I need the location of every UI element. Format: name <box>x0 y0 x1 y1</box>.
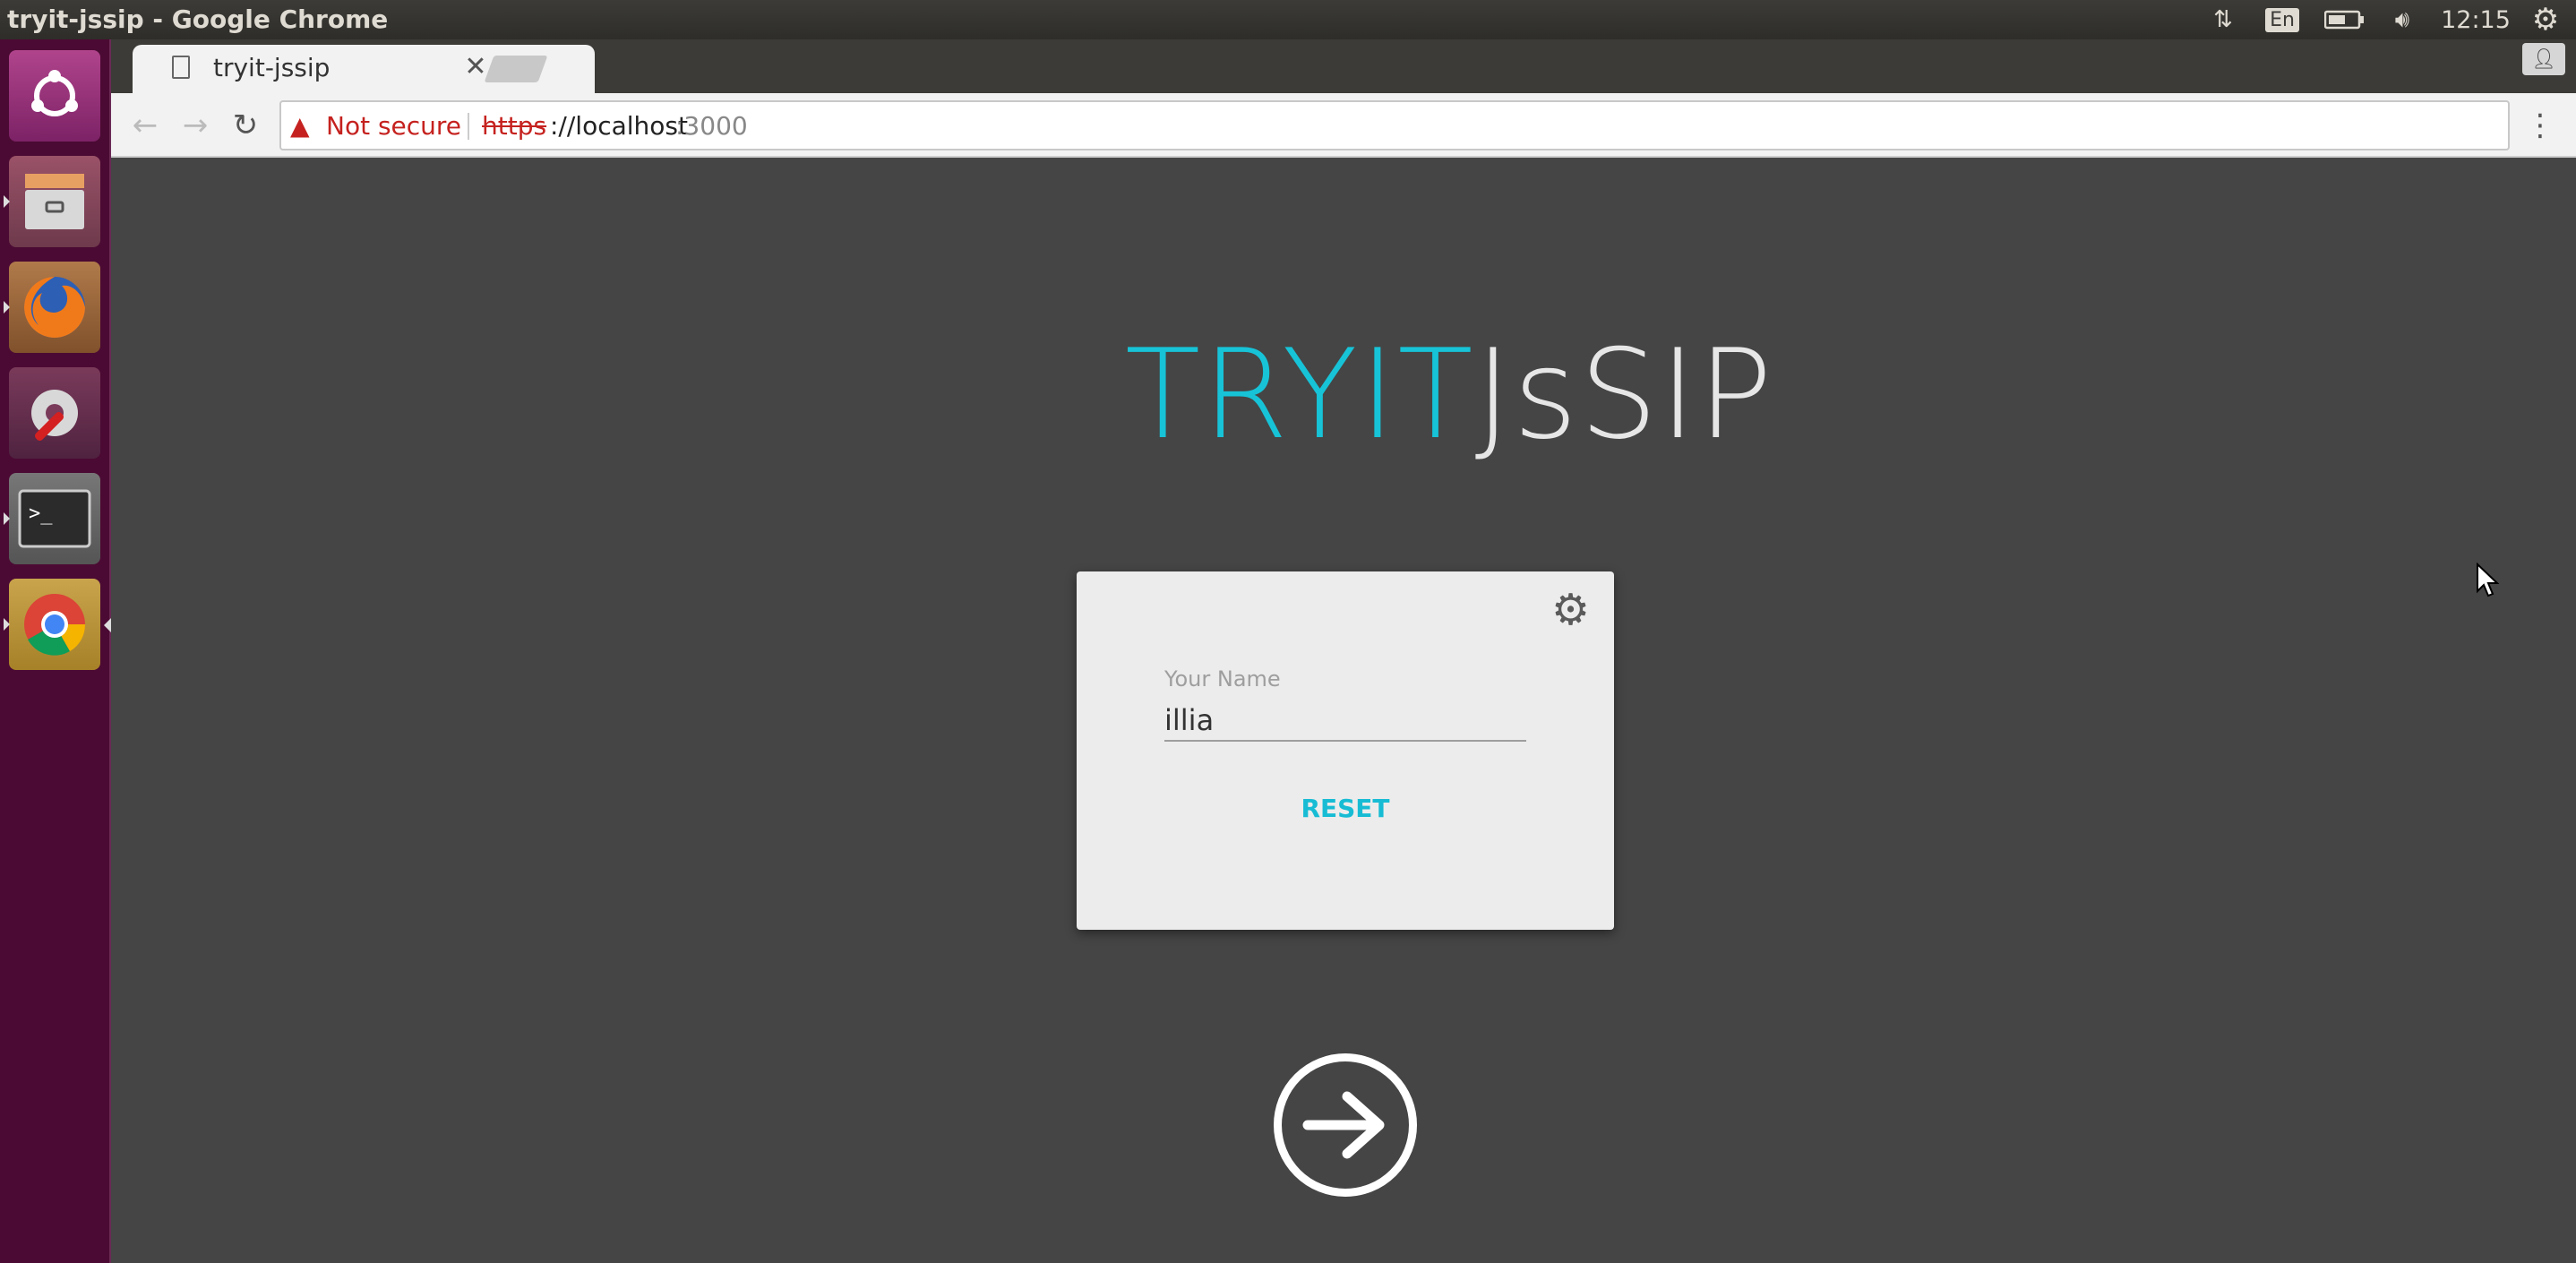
launcher-firefox-button[interactable] <box>4 262 100 353</box>
login-go-button[interactable] <box>1274 1053 1417 1197</box>
name-field-label: Your Name <box>1164 666 1281 692</box>
firefox-icon <box>24 277 85 338</box>
launcher: >_ <box>0 39 111 1263</box>
login-card: ⚙ Your Name RESET <box>1077 571 1614 930</box>
page-content: TRYITJsSIP ⚙ Your Name RESET <box>111 158 2576 1263</box>
clock[interactable]: 12:15 <box>2440 4 2512 36</box>
file-cabinet-icon <box>25 174 84 229</box>
launcher-chrome-button[interactable] <box>4 579 100 670</box>
launcher-terminal-button[interactable]: >_ <box>4 473 100 564</box>
url-scheme: https <box>482 111 547 141</box>
window-title: tryit-jssip - Google Chrome <box>7 4 389 34</box>
warning-triangle-icon[interactable]: ▲ <box>290 113 310 140</box>
back-arrow-icon[interactable]: ← <box>122 102 168 149</box>
running-indicator <box>4 301 10 314</box>
chrome-icon <box>24 594 86 656</box>
browser-toolbar: ← → ↻ ▲ Not secure https ://localhost :3… <box>111 93 2576 158</box>
volume-icon[interactable]: 🔊︎ <box>2383 4 2422 36</box>
terminal-icon: >_ <box>18 489 91 548</box>
tab-strip: tryit-jssip ✕ 👤︎ <box>111 39 2576 95</box>
mouse-cursor-icon <box>2477 563 2499 597</box>
power-gear-icon[interactable]: ⚙ <box>2526 2 2565 38</box>
tab-title: tryit-jssip <box>213 53 331 82</box>
profile-icon[interactable]: 👤︎ <box>2522 43 2565 75</box>
launcher-ubuntu-button[interactable] <box>9 50 100 142</box>
top-panel: tryit-jssip - Google Chrome ⇅ En 🔊︎ 12:1… <box>0 0 2576 39</box>
url-port: :3000 <box>675 111 748 141</box>
wrench-gear-icon <box>31 390 78 442</box>
running-indicator <box>4 512 10 525</box>
active-app-indicator <box>104 618 111 632</box>
svg-text:>_: >_ <box>29 503 53 525</box>
logo-jssip: JsSIP <box>1474 322 1774 467</box>
url-separator <box>468 113 469 140</box>
reset-button[interactable]: RESET <box>1288 783 1403 833</box>
app-logo: TRYITJsSIP <box>1125 328 1774 462</box>
url-host: ://localhost <box>550 111 688 141</box>
browser-menu-icon[interactable]: ⋮ <box>2520 102 2560 149</box>
battery-icon[interactable] <box>2322 4 2368 36</box>
keyboard-layout-indicator[interactable]: En <box>2264 4 2300 36</box>
running-indicator <box>4 618 10 631</box>
forward-arrow-icon[interactable]: → <box>172 102 219 149</box>
language-label: En <box>2265 7 2299 32</box>
reload-icon[interactable]: ↻ <box>222 102 269 149</box>
ubuntu-logo-icon <box>31 70 78 116</box>
security-label[interactable]: Not secure <box>326 111 461 142</box>
new-tab-button[interactable] <box>484 56 548 82</box>
page-icon <box>172 56 190 79</box>
launcher-system-settings-button[interactable] <box>9 367 100 459</box>
running-indicator <box>4 195 10 208</box>
settings-gear-icon[interactable]: ⚙ <box>1551 586 1590 634</box>
logo-tryit: TRYIT <box>1125 322 1475 467</box>
name-input[interactable] <box>1164 700 1526 742</box>
network-arrows-icon[interactable]: ⇅ <box>2205 4 2241 36</box>
address-bar[interactable]: ▲ Not secure https ://localhost :3000 ⛨ … <box>279 100 2510 150</box>
arrow-right-icon <box>1302 1091 1385 1159</box>
launcher-files-button[interactable] <box>4 156 100 247</box>
